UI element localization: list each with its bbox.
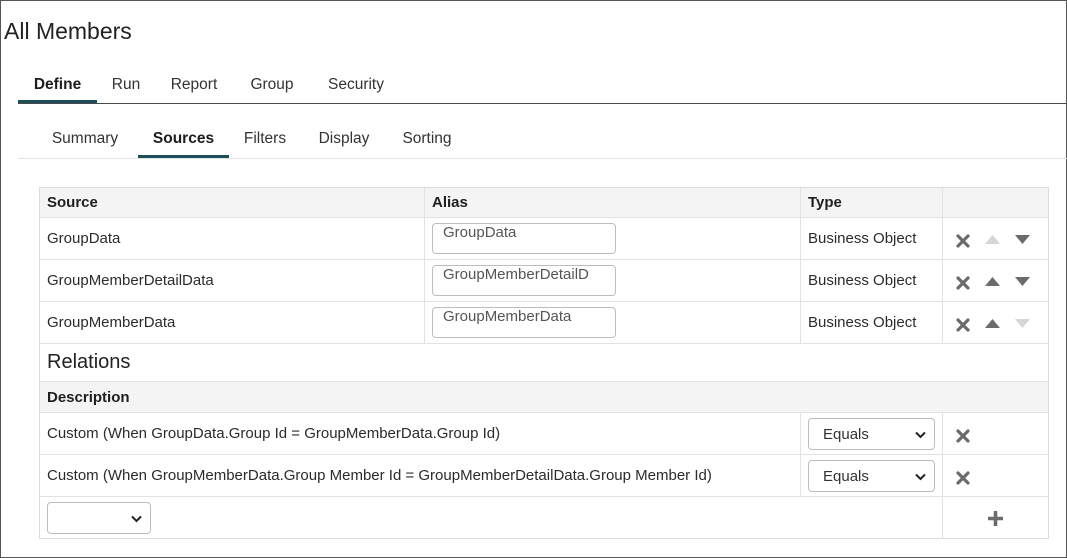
operator-value: Equals [823, 467, 869, 485]
relation-description: Custom (When GroupData.Group Id = GroupM… [47, 425, 501, 442]
relation-row: Custom (When GroupData.Group Id = GroupM… [40, 413, 1048, 455]
subtab-filters[interactable]: Filters [239, 125, 291, 158]
source-row: GroupData GroupData Business Object [40, 218, 1048, 260]
tab-define[interactable]: Define [18, 71, 97, 103]
remove-relation-x-icon[interactable] [956, 429, 970, 443]
subtab-display[interactable]: Display [311, 125, 377, 158]
move-down-arrow-down-icon[interactable] [1015, 235, 1030, 244]
tab-run[interactable]: Run [105, 71, 147, 103]
chevron-down-icon [131, 515, 142, 523]
tab-group[interactable]: Group [243, 71, 301, 103]
page-title: All Members [4, 18, 132, 44]
add-relation-plus-icon[interactable] [988, 511, 1003, 526]
subtab-sources[interactable]: Sources [138, 125, 229, 158]
alias-column-header: Alias [432, 194, 468, 211]
remove-relation-x-icon[interactable] [956, 471, 970, 485]
sub-tabs: Summary Sources Filters Display Sorting [18, 125, 1067, 159]
relations-title-row: Relations [40, 344, 1048, 382]
tab-report[interactable]: Report [164, 71, 224, 103]
move-down-arrow-down-icon[interactable] [1015, 319, 1030, 328]
relation-description: Custom (When GroupMemberData.Group Membe… [47, 467, 712, 484]
relations-title: Relations [47, 351, 131, 373]
new-relation-select[interactable] [47, 502, 151, 534]
sources-grid: Source Alias Type GroupData GroupData Bu… [39, 187, 1049, 539]
source-type: Business Object [808, 230, 917, 247]
main-tabs: Define Run Report Group Security [18, 71, 1067, 104]
source-name: GroupMemberData [47, 314, 176, 331]
alias-input[interactable]: GroupData [432, 223, 616, 254]
remove-source-x-icon[interactable] [956, 318, 970, 332]
source-row: GroupMemberData GroupMemberData Business… [40, 302, 1048, 344]
tab-security[interactable]: Security [320, 71, 392, 103]
operator-select[interactable]: Equals [808, 418, 935, 450]
type-column-header: Type [808, 194, 842, 211]
move-up-arrow-up-icon[interactable] [985, 319, 1000, 328]
source-name: GroupMemberDetailData [47, 272, 214, 289]
window: All Members Define Run Report Group Secu… [0, 0, 1067, 558]
source-name: GroupData [47, 230, 121, 247]
remove-source-x-icon[interactable] [956, 234, 970, 248]
remove-source-x-icon[interactable] [956, 276, 970, 290]
source-row: GroupMemberDetailData GroupMemberDetailD… [40, 260, 1048, 302]
alias-input[interactable]: GroupMemberDetailD [432, 265, 616, 296]
source-column-header: Source [47, 194, 98, 211]
operator-value: Equals [823, 425, 869, 443]
chevron-down-icon [915, 473, 926, 481]
add-relation-row [40, 497, 1048, 538]
chevron-down-icon [915, 431, 926, 439]
source-type: Business Object [808, 314, 917, 331]
source-type: Business Object [808, 272, 917, 289]
description-column-header: Description [47, 388, 130, 406]
operator-select[interactable]: Equals [808, 460, 935, 492]
subtab-sorting[interactable]: Sorting [396, 125, 458, 158]
subtab-summary[interactable]: Summary [43, 125, 127, 158]
move-up-arrow-up-icon[interactable] [985, 277, 1000, 286]
sources-header-row: Source Alias Type [40, 188, 1048, 218]
move-down-arrow-down-icon[interactable] [1015, 277, 1030, 286]
move-up-arrow-up-icon[interactable] [985, 235, 1000, 244]
alias-input[interactable]: GroupMemberData [432, 307, 616, 338]
relation-row: Custom (When GroupMemberData.Group Membe… [40, 455, 1048, 497]
relations-header-row: Description [40, 382, 1048, 413]
